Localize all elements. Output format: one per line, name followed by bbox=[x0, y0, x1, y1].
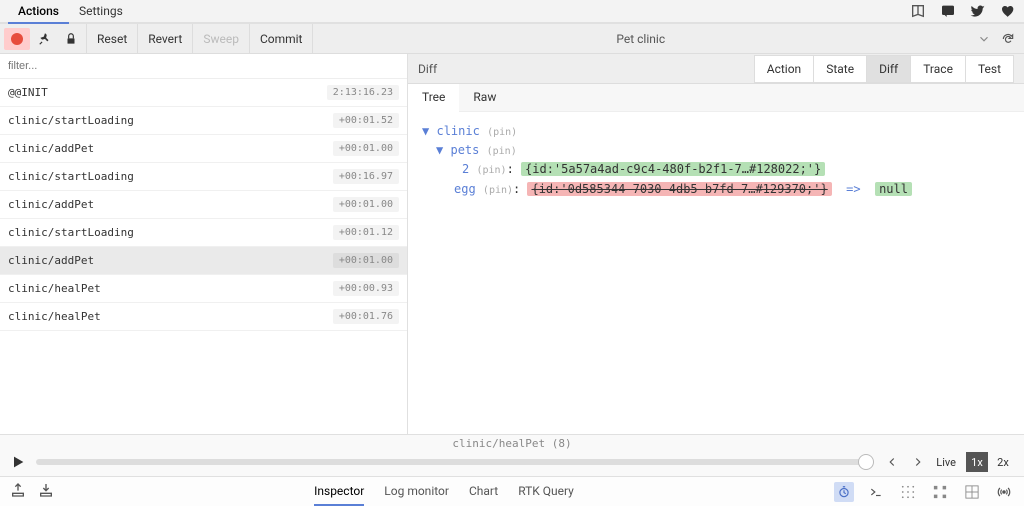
lock-icon[interactable] bbox=[60, 28, 82, 50]
pin-label[interactable]: (pin) bbox=[476, 165, 506, 176]
action-row[interactable]: clinic/addPet+00:01.00 bbox=[0, 191, 407, 219]
action-time: +00:01.00 bbox=[333, 197, 399, 212]
prev-icon[interactable] bbox=[884, 454, 900, 470]
live-label[interactable]: Live bbox=[936, 456, 956, 469]
console-icon[interactable] bbox=[866, 482, 886, 502]
action-name: clinic/addPet bbox=[8, 198, 333, 211]
grid1-icon[interactable] bbox=[898, 482, 918, 502]
export-icon[interactable] bbox=[10, 482, 26, 501]
grid2-icon[interactable] bbox=[930, 482, 950, 502]
action-row[interactable]: clinic/startLoading+00:16.97 bbox=[0, 163, 407, 191]
action-time: +00:01.00 bbox=[333, 253, 399, 268]
topbar-tab-actions[interactable]: Actions bbox=[8, 0, 69, 24]
action-row[interactable]: @@INIT2:13:16.23 bbox=[0, 79, 407, 107]
action-name: clinic/addPet bbox=[8, 142, 333, 155]
heart-icon[interactable] bbox=[1000, 3, 1016, 19]
bottom-tab-chart[interactable]: Chart bbox=[469, 478, 498, 506]
topbar-tab-settings[interactable]: Settings bbox=[69, 0, 133, 22]
action-row[interactable]: clinic/startLoading+00:01.52 bbox=[0, 107, 407, 135]
slider-label: clinic/healPet (8) bbox=[0, 435, 1024, 452]
tree-key-clinic[interactable]: clinic bbox=[436, 124, 479, 138]
bottom-tab-log-monitor[interactable]: Log monitor bbox=[384, 478, 449, 506]
panel-tab-diff[interactable]: Diff bbox=[867, 55, 911, 83]
action-time: +00:01.12 bbox=[333, 225, 399, 240]
action-row[interactable]: clinic/addPet+00:01.00 bbox=[0, 135, 407, 163]
pin-label[interactable]: (pin) bbox=[483, 185, 513, 196]
action-row[interactable]: clinic/healPet+00:00.93 bbox=[0, 275, 407, 303]
chat-icon[interactable] bbox=[940, 3, 956, 19]
action-time: +00:00.93 bbox=[333, 281, 399, 296]
action-name: clinic/addPet bbox=[8, 254, 333, 267]
subtab-raw[interactable]: Raw bbox=[459, 84, 510, 111]
action-name: @@INIT bbox=[8, 86, 327, 99]
action-name: clinic/startLoading bbox=[8, 114, 333, 127]
bottom-tab-rtk-query[interactable]: RTK Query bbox=[518, 478, 574, 506]
grid3-icon[interactable] bbox=[962, 482, 982, 502]
twitter-icon[interactable] bbox=[970, 3, 986, 19]
reset-button[interactable]: Reset bbox=[87, 24, 138, 53]
pin-label[interactable]: (pin) bbox=[487, 146, 517, 157]
diff-removed: {id:'0d585344-7030-4db5-b7fd-7…#129370;'… bbox=[527, 182, 831, 196]
action-time: 2:13:16.23 bbox=[327, 85, 399, 100]
action-row[interactable]: clinic/addPet+00:01.00 bbox=[0, 247, 407, 275]
next-icon[interactable] bbox=[910, 454, 926, 470]
refresh-icon[interactable] bbox=[1000, 31, 1016, 47]
filter-input[interactable] bbox=[0, 54, 407, 79]
panel-tab-trace[interactable]: Trace bbox=[911, 55, 966, 83]
app-title: Pet clinic bbox=[313, 32, 968, 46]
revert-button[interactable]: Revert bbox=[138, 24, 193, 53]
action-time: +00:01.76 bbox=[333, 309, 399, 324]
caret-icon[interactable]: ▼ bbox=[436, 143, 443, 157]
action-time: +00:01.00 bbox=[333, 141, 399, 156]
action-name: clinic/startLoading bbox=[8, 226, 333, 239]
action-name: clinic/healPet bbox=[8, 310, 333, 323]
speed-1x[interactable]: 1x bbox=[966, 452, 988, 472]
timeline-slider[interactable] bbox=[36, 459, 874, 465]
pin-icon[interactable] bbox=[34, 28, 56, 50]
commit-button[interactable]: Commit bbox=[250, 24, 314, 53]
record-button[interactable] bbox=[4, 28, 30, 50]
play-icon[interactable] bbox=[10, 454, 26, 470]
action-time: +00:16.97 bbox=[333, 169, 399, 184]
action-row[interactable]: clinic/startLoading+00:01.12 bbox=[0, 219, 407, 247]
pin-label[interactable]: (pin) bbox=[487, 127, 517, 138]
sweep-button[interactable]: Sweep bbox=[193, 24, 250, 53]
bottom-tab-inspector[interactable]: Inspector bbox=[314, 478, 364, 506]
tree-key-pets[interactable]: pets bbox=[450, 143, 479, 157]
slider-thumb[interactable] bbox=[858, 454, 874, 470]
import-icon[interactable] bbox=[38, 482, 54, 501]
panel-tab-state[interactable]: State bbox=[814, 55, 867, 83]
tree-key-egg[interactable]: egg bbox=[454, 182, 476, 196]
book-icon[interactable] bbox=[910, 3, 926, 19]
panel-tab-test[interactable]: Test bbox=[966, 55, 1014, 83]
action-name: clinic/healPet bbox=[8, 282, 333, 295]
panel-tab-action[interactable]: Action bbox=[754, 55, 814, 83]
panel-title: Diff bbox=[418, 62, 437, 76]
tree-key-2[interactable]: 2 bbox=[462, 162, 469, 176]
timer-icon[interactable] bbox=[834, 482, 854, 502]
action-row[interactable]: clinic/healPet+00:01.76 bbox=[0, 303, 407, 331]
speed-2x[interactable]: 2x bbox=[992, 452, 1014, 472]
action-name: clinic/startLoading bbox=[8, 170, 333, 183]
subtab-tree[interactable]: Tree bbox=[408, 84, 459, 112]
diff-added: {id:'5a57a4ad-c9c4-480f-b2f1-7…#128022;'… bbox=[521, 162, 825, 176]
chevron-down-icon[interactable] bbox=[976, 31, 992, 47]
caret-icon[interactable]: ▼ bbox=[422, 124, 429, 138]
diff-new-value: null bbox=[875, 182, 912, 196]
arrow-icon: => bbox=[846, 182, 860, 196]
broadcast-icon[interactable] bbox=[994, 482, 1014, 502]
action-time: +00:01.52 bbox=[333, 113, 399, 128]
